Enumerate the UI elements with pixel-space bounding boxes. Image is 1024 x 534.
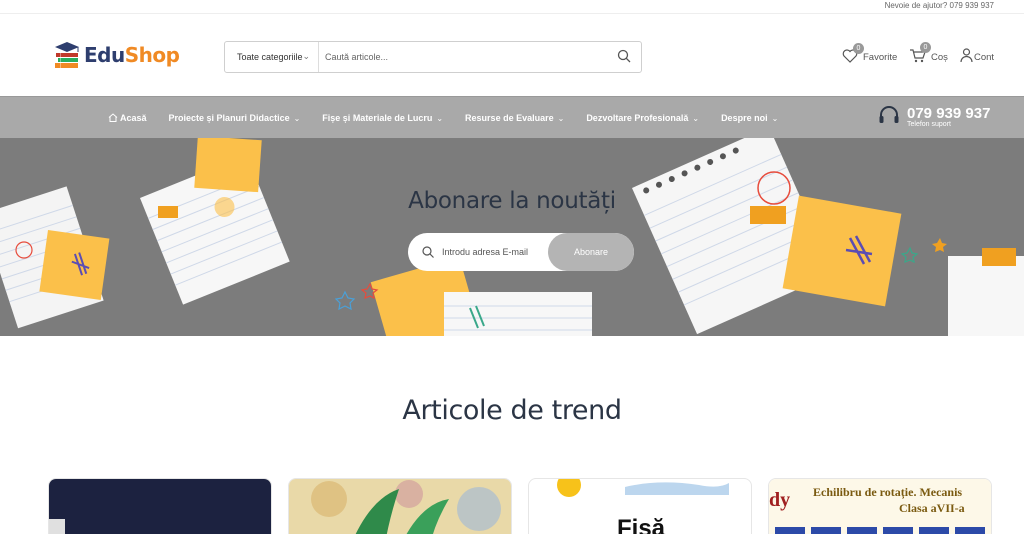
support-phone-number: 079 939 937 [907,105,991,122]
chevron-down-icon: ⌄ [557,113,565,123]
heart-icon: 0 [842,42,864,66]
cart-icon: 0 [909,42,931,66]
search-bar: Toate categoriile ⌄ [224,41,642,73]
top-strip: Nevoie de ajutor? 079 939 937 [0,0,1024,14]
chevron-down-icon: ⌄ [771,113,779,123]
product-card[interactable] [288,478,512,534]
search-icon [422,245,434,263]
product-card[interactable] [48,478,272,534]
product-subtitle: Clasa aVII-a [899,501,965,515]
cart-label: Coș [931,51,948,63]
site-header: EduShop Toate categoriile ⌄ 0 Favorite 0… [0,14,1024,96]
chevron-down-icon: ⌄ [293,113,301,123]
nav-item-about[interactable]: Despre noi ⌄ [721,113,778,123]
nav-item-worksheets[interactable]: Fișe și Materiale de Lucru ⌄ [322,113,443,123]
nav-item-label: Resurse de Evaluare [465,113,554,123]
newsletter-banner: Abonare la noutăți Abonare [0,138,1024,336]
chevron-down-icon: ⌄ [436,113,444,123]
product-image-strip [769,527,991,534]
product-image [49,479,271,534]
favorites-link[interactable]: 0 Favorite [842,42,898,68]
nav-item-label: Despre noi [721,113,768,123]
home-icon [108,112,118,124]
nav-item-label: Acasă [120,113,147,123]
nav-item-label: Dezvoltare Profesională [586,113,689,123]
product-card[interactable]: dy Echilibru de rotație. Mecanis Clasa a… [768,478,992,534]
category-select[interactable]: Toate categoriile ⌄ [225,42,319,72]
favorites-label: Favorite [863,51,898,63]
newsletter-form: Abonare [408,233,634,271]
logo-text: EduShop [84,43,180,67]
nav-items: Acasă Proiecte și Planuri Didactice ⌄ Fiș… [108,97,800,139]
nav-item-label: Fișe și Materiale de Lucru [322,113,433,123]
chevron-down-icon: ⌄ [692,113,700,123]
search-input[interactable] [325,46,595,68]
product-image-detail [49,519,65,534]
books-logo-icon [52,40,82,70]
category-select-label: Toate categoriile [237,52,303,62]
account-link[interactable]: Cont [960,46,994,68]
email-field[interactable] [442,241,542,263]
subscribe-button[interactable]: Abonare [548,233,634,271]
site-logo[interactable]: EduShop [52,38,180,72]
account-label: Cont [974,51,995,63]
chevron-down-icon: ⌄ [302,51,310,61]
nav-item-home[interactable]: Acasă [108,112,147,124]
trending-title: Articole de trend [402,395,622,426]
cart-link[interactable]: 0 Coș [909,42,948,68]
nav-item-label: Proiecte și Planuri Didactice [168,113,290,123]
nav-item-evaluation[interactable]: Resurse de Evaluare ⌄ [465,113,564,123]
help-text: Nevoie de ajutor? 079 939 937 [884,1,994,10]
cart-count: 0 [920,42,931,53]
favorites-count: 0 [853,42,864,54]
product-title: Fișă [616,515,666,534]
product-title: Echilibru de rotație. Mecanis [813,485,963,499]
headset-icon [878,105,900,130]
support-phone[interactable]: 079 939 937 Telefon suport [878,105,990,130]
support-phone-label: Telefon suport [907,121,951,128]
main-nav: Acasă Proiecte și Planuri Didactice ⌄ Fiș… [0,96,1024,138]
nav-item-projects[interactable]: Proiecte și Planuri Didactice ⌄ [169,113,301,123]
product-mark: dy [769,489,791,511]
user-icon [960,48,973,66]
nav-item-development[interactable]: Dezvoltare Profesională ⌄ [586,113,699,123]
search-icon[interactable] [617,49,631,68]
product-image [289,479,511,534]
logo-text-shop: Shop [124,43,180,67]
logo-text-edu: Edu [84,43,125,67]
product-card[interactable]: Fișă [528,478,752,534]
newsletter-title: Abonare la noutăți [408,188,616,214]
